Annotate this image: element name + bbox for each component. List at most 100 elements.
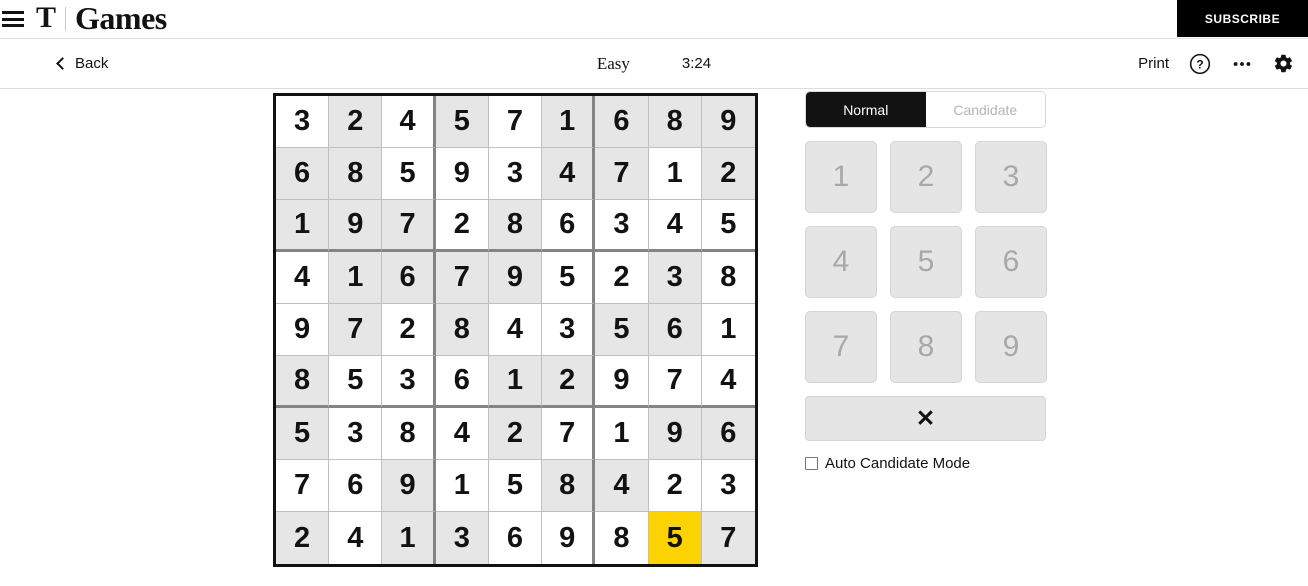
sudoku-cell-r9c1[interactable]: 2 (276, 512, 330, 564)
sudoku-cell-r4c9[interactable]: 8 (701, 252, 755, 304)
sudoku-cell-r5c7[interactable]: 5 (595, 304, 649, 356)
gear-icon[interactable] (1273, 53, 1294, 74)
number-button-2[interactable]: 2 (890, 141, 962, 213)
sudoku-cell-r9c7[interactable]: 8 (595, 512, 649, 564)
sudoku-cell-r3c9[interactable]: 5 (701, 200, 755, 252)
sudoku-cell-r6c4[interactable]: 6 (435, 356, 489, 408)
auto-candidate-mode-toggle[interactable]: Auto Candidate Mode (805, 455, 1046, 472)
number-button-9[interactable]: 9 (975, 311, 1047, 383)
sudoku-cell-r3c1[interactable]: 1 (276, 200, 330, 252)
sudoku-cell-r7c1[interactable]: 5 (276, 408, 330, 460)
sudoku-cell-r1c3[interactable]: 4 (382, 96, 436, 148)
sudoku-cell-r8c9[interactable]: 3 (701, 460, 755, 512)
sudoku-cell-r2c5[interactable]: 3 (488, 148, 543, 200)
sudoku-cell-r4c8[interactable]: 3 (648, 252, 702, 304)
sudoku-cell-r1c7[interactable]: 6 (595, 96, 649, 148)
sudoku-cell-r9c2[interactable]: 4 (329, 512, 383, 564)
sudoku-cell-r8c4[interactable]: 1 (435, 460, 489, 512)
sudoku-cell-r8c8[interactable]: 2 (648, 460, 702, 512)
ellipsis-icon[interactable] (1231, 53, 1253, 75)
number-button-3[interactable]: 3 (975, 141, 1047, 213)
sudoku-cell-r2c8[interactable]: 1 (648, 148, 702, 200)
sudoku-cell-r9c9[interactable]: 7 (701, 512, 755, 564)
mode-candidate-button[interactable]: Candidate (925, 92, 1045, 127)
sudoku-cell-r6c5[interactable]: 1 (488, 356, 543, 408)
sudoku-cell-r7c4[interactable]: 4 (435, 408, 489, 460)
number-button-7[interactable]: 7 (805, 311, 877, 383)
sudoku-cell-r4c2[interactable]: 1 (329, 252, 383, 304)
sudoku-cell-r2c6[interactable]: 4 (542, 148, 596, 200)
sudoku-cell-r5c4[interactable]: 8 (435, 304, 489, 356)
sudoku-cell-r5c5[interactable]: 4 (488, 304, 543, 356)
sudoku-cell-r3c6[interactable]: 6 (542, 200, 596, 252)
subscribe-button[interactable]: SUBSCRIBE (1177, 0, 1308, 37)
sudoku-cell-r1c9[interactable]: 9 (701, 96, 755, 148)
sudoku-cell-r9c5[interactable]: 6 (488, 512, 543, 564)
back-button[interactable]: Back (56, 55, 108, 72)
sudoku-cell-r1c4[interactable]: 5 (435, 96, 489, 148)
question-circle-icon[interactable]: ? (1189, 53, 1211, 75)
sudoku-cell-r5c2[interactable]: 7 (329, 304, 383, 356)
sudoku-cell-r1c1[interactable]: 3 (276, 96, 330, 148)
sudoku-cell-r7c3[interactable]: 8 (382, 408, 436, 460)
sudoku-cell-r1c8[interactable]: 8 (648, 96, 702, 148)
sudoku-cell-r7c8[interactable]: 9 (648, 408, 702, 460)
sudoku-cell-r8c3[interactable]: 9 (382, 460, 436, 512)
sudoku-cell-r6c1[interactable]: 8 (276, 356, 330, 408)
sudoku-cell-r2c1[interactable]: 6 (276, 148, 330, 200)
sudoku-cell-r3c4[interactable]: 2 (435, 200, 489, 252)
sudoku-cell-r9c4[interactable]: 3 (435, 512, 489, 564)
sudoku-cell-r1c2[interactable]: 2 (329, 96, 383, 148)
sudoku-cell-r6c7[interactable]: 9 (595, 356, 649, 408)
sudoku-board[interactable]: 3245716896859347121972863454167952389728… (273, 93, 758, 567)
sudoku-cell-r6c3[interactable]: 3 (382, 356, 436, 408)
hamburger-icon[interactable] (2, 11, 24, 27)
sudoku-cell-r8c7[interactable]: 4 (595, 460, 649, 512)
sudoku-cell-r7c9[interactable]: 6 (701, 408, 755, 460)
sudoku-cell-r7c5[interactable]: 2 (488, 408, 543, 460)
number-button-6[interactable]: 6 (975, 226, 1047, 298)
sudoku-cell-r5c3[interactable]: 2 (382, 304, 436, 356)
sudoku-cell-r4c7[interactable]: 2 (595, 252, 649, 304)
sudoku-cell-r6c9[interactable]: 4 (701, 356, 755, 408)
sudoku-cell-r4c4[interactable]: 7 (435, 252, 489, 304)
sudoku-cell-r1c6[interactable]: 1 (542, 96, 596, 148)
sudoku-cell-r2c2[interactable]: 8 (329, 148, 383, 200)
sudoku-cell-r3c3[interactable]: 7 (382, 200, 436, 252)
sudoku-cell-r3c2[interactable]: 9 (329, 200, 383, 252)
sudoku-cell-r3c5[interactable]: 8 (488, 200, 543, 252)
sudoku-cell-r2c9[interactable]: 2 (701, 148, 755, 200)
sudoku-cell-r4c6[interactable]: 5 (542, 252, 596, 304)
erase-button[interactable]: ✕ (805, 396, 1046, 441)
sudoku-cell-r3c8[interactable]: 4 (648, 200, 702, 252)
sudoku-cell-r5c1[interactable]: 9 (276, 304, 330, 356)
sudoku-cell-r2c4[interactable]: 9 (435, 148, 489, 200)
sudoku-cell-r8c5[interactable]: 5 (488, 460, 543, 512)
sudoku-cell-r6c6[interactable]: 2 (542, 356, 596, 408)
sudoku-cell-r5c9[interactable]: 1 (701, 304, 755, 356)
sudoku-cell-r5c6[interactable]: 3 (542, 304, 596, 356)
mode-normal-button[interactable]: Normal (806, 92, 926, 127)
sudoku-cell-r8c1[interactable]: 7 (276, 460, 330, 512)
sudoku-cell-r4c5[interactable]: 9 (488, 252, 543, 304)
sudoku-cell-r9c6[interactable]: 9 (542, 512, 596, 564)
sudoku-cell-r1c5[interactable]: 7 (488, 96, 543, 148)
auto-candidate-checkbox[interactable] (805, 457, 818, 470)
sudoku-cell-r6c8[interactable]: 7 (648, 356, 702, 408)
sudoku-cell-r2c7[interactable]: 7 (595, 148, 649, 200)
sudoku-cell-r5c8[interactable]: 6 (648, 304, 702, 356)
number-button-1[interactable]: 1 (805, 141, 877, 213)
sudoku-cell-r9c3[interactable]: 1 (382, 512, 436, 564)
sudoku-cell-r4c3[interactable]: 6 (382, 252, 436, 304)
number-button-4[interactable]: 4 (805, 226, 877, 298)
sudoku-cell-r2c3[interactable]: 5 (382, 148, 436, 200)
sudoku-cell-r7c2[interactable]: 3 (329, 408, 383, 460)
sudoku-cell-r7c6[interactable]: 7 (542, 408, 596, 460)
number-button-8[interactable]: 8 (890, 311, 962, 383)
sudoku-cell-r8c6[interactable]: 8 (542, 460, 596, 512)
sudoku-cell-r6c2[interactable]: 5 (329, 356, 383, 408)
sudoku-cell-r9c8[interactable]: 5 (648, 512, 702, 564)
number-button-5[interactable]: 5 (890, 226, 962, 298)
sudoku-cell-r8c2[interactable]: 6 (329, 460, 383, 512)
sudoku-cell-r4c1[interactable]: 4 (276, 252, 330, 304)
